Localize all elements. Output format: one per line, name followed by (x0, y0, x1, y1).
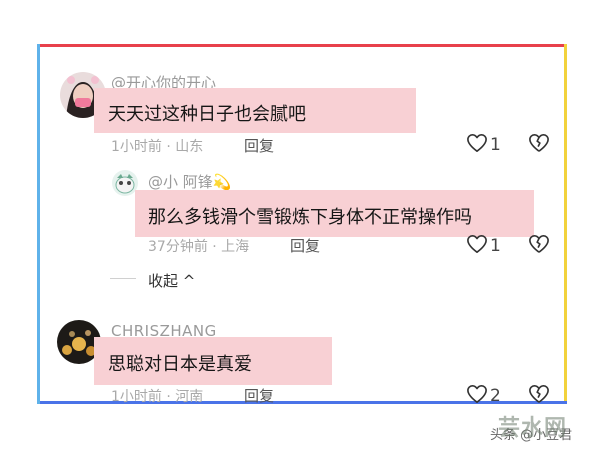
like-count: 1 (490, 236, 501, 256)
comment-time-location: 1小时前 · 河南 (111, 389, 204, 405)
reply-button[interactable]: 回复 (290, 235, 320, 256)
frame-right-border (564, 44, 567, 404)
like-count: 2 (490, 386, 501, 406)
heart-icon[interactable] (466, 133, 488, 153)
reply-button[interactable]: 回复 (244, 135, 274, 156)
heart-icon[interactable] (466, 384, 488, 404)
comment-username[interactable]: @小 阿锋💫 (148, 171, 231, 192)
comment-time-location: 37分钟前 · 上海 (148, 239, 250, 255)
like-count: 1 (490, 135, 501, 155)
comment-time-location: 1小时前 · 山东 (111, 139, 204, 155)
dislike-broken-heart-icon[interactable] (528, 234, 550, 254)
comment-text: 那么多钱滑个雪锻炼下身体不正常操作吗 (148, 207, 472, 228)
heart-icon[interactable] (466, 234, 488, 254)
watermark-logo: 芸水网 (498, 416, 568, 441)
collapse-replies-button[interactable]: 收起 ^ (148, 270, 195, 291)
comment-text: 天天过这种日子也会腻吧 (108, 104, 306, 125)
frame-left-border (37, 44, 40, 404)
collapse-divider (110, 278, 136, 279)
comment-text: 思聪对日本是真爱 (108, 354, 252, 375)
dislike-broken-heart-icon[interactable] (528, 133, 550, 153)
frame-top-border (37, 44, 567, 47)
reply-button[interactable]: 回复 (244, 385, 274, 406)
dislike-broken-heart-icon[interactable] (528, 384, 550, 404)
